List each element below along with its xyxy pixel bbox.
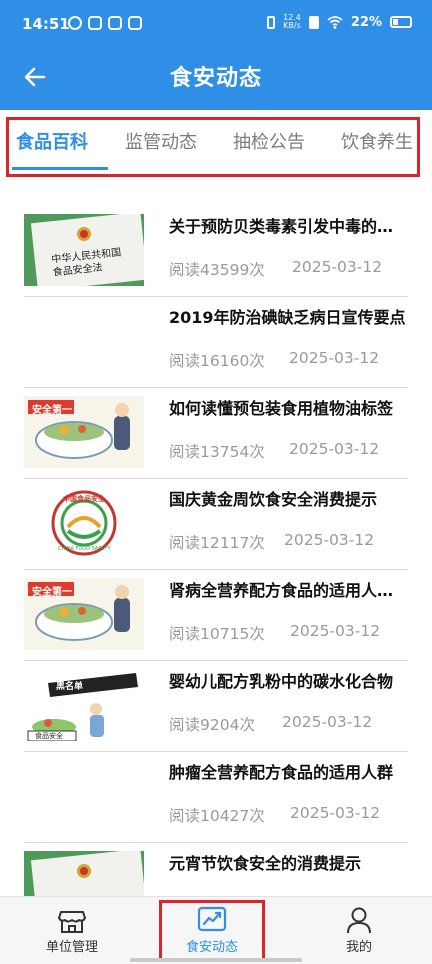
article-reads: 阅读10715次	[169, 625, 265, 643]
status-time: 14:51	[22, 15, 70, 33]
article-thumbnail: 黑名单 食品安全	[24, 669, 144, 741]
status-notification-icons	[68, 16, 142, 30]
nav-label: 单位管理	[45, 940, 98, 955]
article-date: 2025-03-12	[289, 440, 380, 458]
tab-regulation-news[interactable]: 监管动态	[125, 128, 197, 154]
user-icon	[347, 907, 371, 934]
tab-inspection-notices[interactable]: 抽检公告	[233, 128, 305, 154]
thumb-blacklist-text: 黑名单	[56, 682, 84, 692]
notification-icon	[128, 16, 142, 30]
nav-label: 我的	[345, 940, 372, 955]
active-tab-indicator	[12, 167, 108, 170]
tab-diet-health[interactable]: 饮食养生	[341, 128, 413, 154]
notification-icon	[68, 16, 82, 30]
store-icon	[58, 911, 86, 933]
list-item[interactable]: 中华人民共和国 食品安全法 关于预防贝类毒素引发中毒的消费提示 阅读43599次…	[24, 205, 408, 297]
list-item[interactable]: 安全第一 如何读懂预包装食用植物油标签 阅读13754次 2025-03-12	[24, 387, 408, 479]
list-item[interactable]: 肿瘤全营养配方食品的适用人群 阅读10427次 2025-03-12	[24, 751, 408, 843]
article-thumbnail: 安全第一	[24, 396, 144, 468]
article-title: 婴幼儿配方乳粉中的碳水化合物	[169, 672, 394, 691]
article-reads: 阅读9204次	[169, 716, 255, 734]
article-date: 2025-03-12	[290, 804, 381, 822]
thumb-food-safety-text: 食品安全	[35, 732, 63, 740]
thumb-safety-text: 安全第一	[32, 587, 72, 598]
article-title: 关于预防贝类毒素引发中毒的消费提示	[169, 217, 407, 236]
article-date: 2025-03-12	[282, 713, 373, 731]
thumb-logo-top-text: 中国食品安全	[63, 495, 105, 503]
thumb-logo-bottom-text: CHINA FOOD SAFETY	[58, 546, 111, 552]
nav-unit-management[interactable]: 单位管理	[22, 898, 122, 955]
article-title: 如何读懂预包装食用植物油标签	[169, 399, 394, 418]
status-right: 12.4 KB/s 22%	[267, 14, 412, 30]
network-speed: 12.4 KB/s	[283, 13, 301, 30]
article-reads: 阅读16160次	[169, 352, 265, 370]
article-date: 2025-03-12	[290, 622, 381, 640]
battery-icon	[390, 16, 412, 28]
article-title: 2019年防治碘缺乏病日宣传要点	[169, 308, 406, 327]
article-thumbnail: 中国食品安全 CHINA FOOD SAFETY	[24, 487, 144, 559]
list-item[interactable]: 中国食品安全 CHINA FOOD SAFETY 国庆黄金周饮食安全消费提示 阅…	[24, 478, 408, 570]
article-thumbnail: 安全第一	[24, 578, 144, 650]
article-thumbnail: 中华人民共和国 食品安全法	[24, 214, 144, 286]
home-indicator[interactable]	[130, 958, 302, 962]
thumb-safety-text: 安全第一	[32, 405, 72, 416]
app-header: 14:51 12.4 KB/s 22% 食安动态	[0, 0, 432, 110]
nav-mine[interactable]: 我的	[309, 898, 409, 955]
sim-icon	[308, 15, 319, 29]
list-item[interactable]: 黑名单 食品安全 婴幼儿配方乳粉中的碳水化合物 阅读9204次 2025-03-…	[24, 660, 408, 752]
article-title: 肿瘤全营养配方食品的适用人群	[169, 763, 394, 782]
list-item[interactable]: 安全第一 肾病全营养配方食品的适用人群及注意事项 阅读10715次 2025-0…	[24, 569, 408, 661]
status-bar: 14:51 12.4 KB/s 22%	[0, 0, 432, 46]
vibrate-icon	[267, 15, 276, 29]
article-reads: 阅读13754次	[169, 443, 265, 461]
article-date: 2025-03-12	[284, 531, 375, 549]
page-title: 食安动态	[169, 66, 262, 91]
article-title: 元宵节饮食安全的消费提示	[169, 854, 362, 873]
article-date: 2025-03-12	[289, 349, 380, 367]
article-reads: 阅读10427次	[169, 807, 265, 825]
article-reads: 阅读12117次	[169, 534, 265, 552]
article-reads: 阅读43599次	[169, 261, 265, 279]
battery-percent: 22%	[350, 14, 382, 30]
article-title: 肾病全营养配方食品的适用人群及注意事项	[169, 581, 407, 600]
list-item[interactable]: 2019年防治碘缺乏病日宣传要点 阅读16160次 2025-03-12	[24, 296, 408, 388]
wifi-icon	[327, 15, 343, 29]
highlight-frame	[159, 900, 265, 962]
article-title: 国庆黄金周饮食安全消费提示	[169, 490, 378, 509]
article-date: 2025-03-12	[292, 258, 383, 276]
tab-food-encyclopedia[interactable]: 食品百科	[16, 128, 88, 154]
notification-icon	[88, 16, 102, 30]
notification-icon	[108, 16, 122, 30]
